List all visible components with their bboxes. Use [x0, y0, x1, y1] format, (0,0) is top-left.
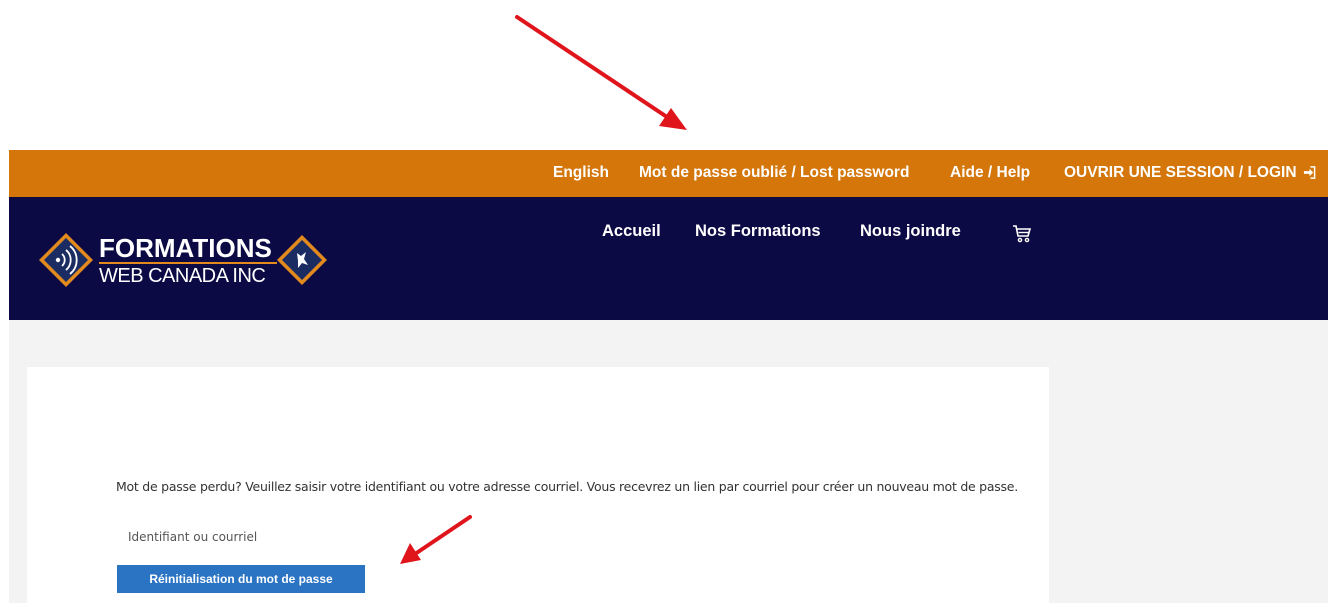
login-icon — [1303, 166, 1316, 184]
nav-nos-formations[interactable]: Nos Formations — [695, 222, 821, 241]
logo-divider — [99, 262, 277, 264]
nav-accueil[interactable]: Accueil — [602, 222, 661, 241]
logo-line1: FORMATIONS — [99, 233, 272, 263]
help-link[interactable]: Aide / Help — [950, 164, 1030, 182]
login-label: OUVRIR UNE SESSION / LOGIN — [1064, 164, 1297, 181]
login-link[interactable]: OUVRIR UNE SESSION / LOGIN — [1064, 164, 1316, 184]
utility-bar: English Mot de passe oublié / Lost passw… — [9, 150, 1328, 197]
site-header: FORMATIONS WEB CANADA INC Accueil Nos Fo… — [9, 197, 1328, 320]
english-link[interactable]: English — [553, 164, 609, 182]
cart-icon[interactable] — [1012, 224, 1032, 249]
site-logo[interactable]: FORMATIONS WEB CANADA INC — [37, 229, 337, 293]
annotation-area — [0, 0, 1328, 150]
lost-password-intro: Mot de passe perdu? Veuillez saisir votr… — [116, 479, 1018, 494]
reset-password-button[interactable]: Réinitialisation du mot de passe — [117, 565, 365, 593]
lost-password-link[interactable]: Mot de passe oublié / Lost password — [639, 164, 909, 182]
username-or-email-field[interactable] — [116, 524, 596, 550]
logo-line2: WEB CANADA INC — [99, 265, 266, 287]
nav-nous-joindre[interactable]: Nous joindre — [860, 222, 961, 241]
